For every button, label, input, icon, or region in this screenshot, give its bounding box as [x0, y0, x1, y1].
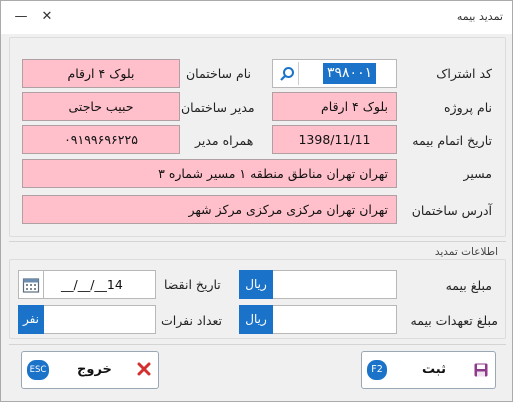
- subscription-code-value: ۳۹۸۰۰۱: [323, 63, 377, 84]
- building-manager-field[interactable]: حبیب حاجتی: [22, 92, 180, 121]
- title-bar: — ✕ تمدید بیمه: [1, 1, 512, 34]
- save-icon: [473, 362, 489, 381]
- headcount-unit: نفر: [18, 305, 44, 334]
- minimize-button[interactable]: —: [11, 7, 31, 27]
- esc-key-badge: ESC: [27, 360, 49, 380]
- window-title: تمدید بیمه: [456, 10, 503, 23]
- project-name-label: نام پروژه: [444, 100, 492, 115]
- obligations-amount-unit: ریال: [239, 305, 273, 334]
- obligations-amount-label: مبلغ تعهدات بیمه: [410, 313, 498, 328]
- section-divider: [9, 241, 506, 242]
- search-icon[interactable]: [275, 62, 299, 85]
- headcount-label: تعداد نفرات: [161, 313, 223, 328]
- renewal-section-title: اطلاعات تمدید: [434, 246, 498, 258]
- submit-button-label: ثبت: [422, 362, 446, 377]
- calendar-icon: [22, 277, 40, 293]
- expiry-date-field[interactable]: 1398/11/11: [272, 125, 397, 154]
- insurance-amount-unit: ریال: [239, 270, 273, 299]
- renewal-window: — ✕ تمدید بیمه کد اشتراک ۳۹۸۰۰۱ نام ساخت…: [0, 0, 513, 402]
- actions-divider: [9, 344, 506, 345]
- address-field[interactable]: تهران تهران مرکزی مرکزی مرکز شهر: [22, 195, 397, 224]
- address-label: آدرس ساختمان: [411, 203, 492, 218]
- building-name-label: نام ساختمان: [186, 66, 251, 81]
- route-field[interactable]: تهران تهران مناطق منطقه ۱ مسیر شماره ۳: [22, 159, 397, 188]
- building-name-field[interactable]: بلوک ۴ ارقام: [22, 59, 180, 88]
- exit-button[interactable]: ESC خروج: [21, 351, 159, 389]
- exit-button-label: خروج: [77, 362, 112, 377]
- f2-key-badge: F2: [367, 360, 387, 380]
- submit-button[interactable]: F2 ثبت: [361, 351, 496, 389]
- building-manager-label: مدیر ساختمان: [181, 100, 255, 115]
- expiration-date-label: تاریخ انقضا: [164, 277, 221, 292]
- calendar-button[interactable]: [18, 270, 44, 299]
- manager-mobile-field[interactable]: ۰۹۱۹۹۶۹۶۲۲۵: [22, 125, 180, 154]
- subscription-code-input[interactable]: ۳۹۸۰۰۱: [272, 59, 397, 88]
- project-name-field[interactable]: بلوک ۴ ارقام: [272, 92, 397, 121]
- close-x-icon: [136, 361, 152, 380]
- close-button[interactable]: ✕: [37, 7, 57, 27]
- expiration-date-value: __/__/__14: [61, 277, 123, 292]
- expiry-date-label: تاریخ اتمام بیمه: [412, 133, 492, 148]
- insurance-amount-label: مبلغ بیمه: [445, 278, 492, 293]
- route-label: مسیر: [463, 166, 492, 181]
- subscription-code-label: کد اشتراک: [436, 66, 492, 81]
- manager-mobile-label: همراه مدیر: [195, 133, 254, 148]
